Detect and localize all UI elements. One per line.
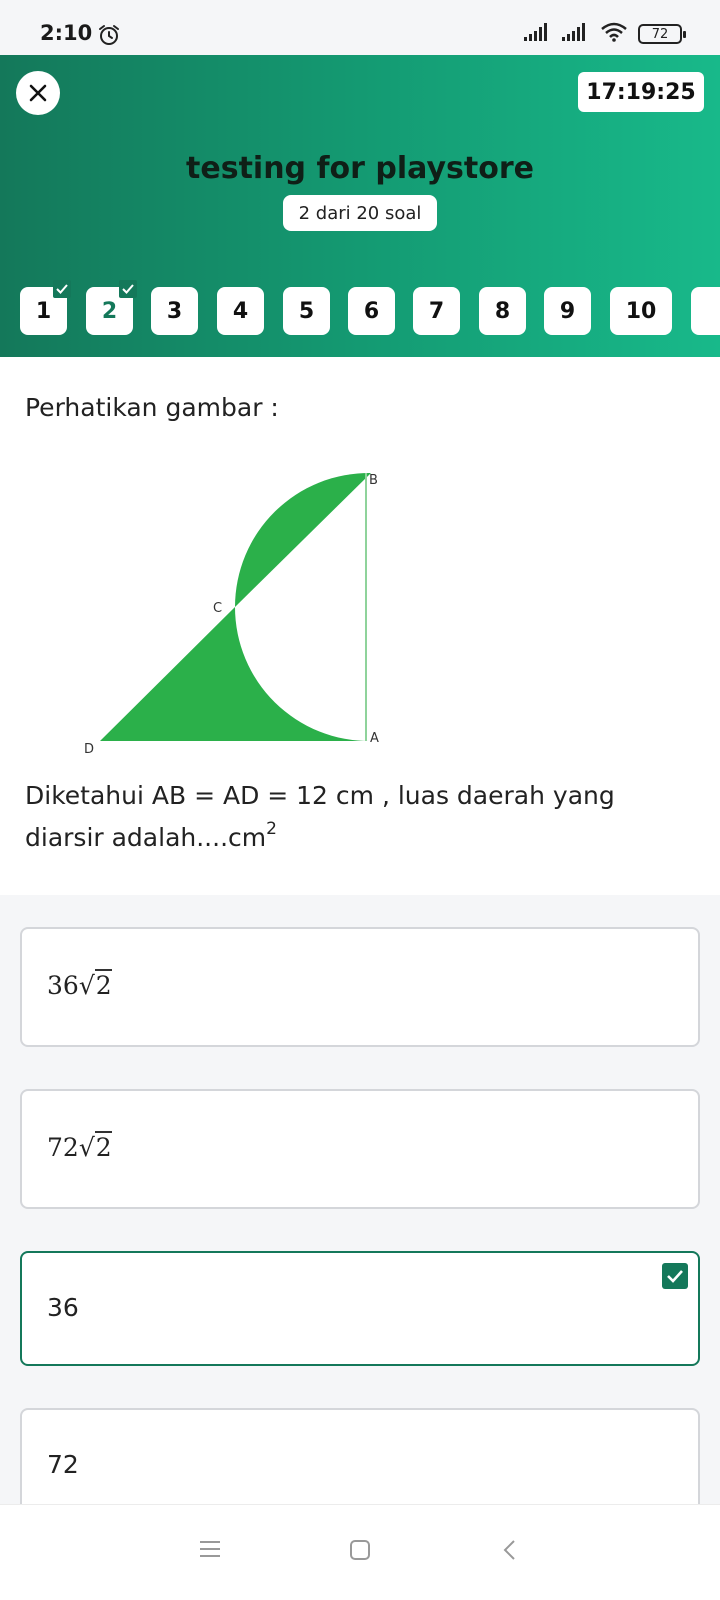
- wifi-icon: [600, 22, 628, 46]
- back-icon[interactable]: [502, 1539, 516, 1565]
- question-nav-item[interactable]: 7: [413, 287, 460, 335]
- status-bar: 2:10 72: [0, 0, 720, 55]
- answer-options: 36√2 72√2 36 72: [0, 895, 720, 1504]
- alarm-icon: [98, 24, 120, 50]
- answer-option[interactable]: 72: [20, 1408, 700, 1504]
- question-nav-item[interactable]: 4: [217, 287, 264, 335]
- close-icon: [29, 84, 47, 102]
- system-nav-bar: [0, 1504, 720, 1600]
- figure-label-b: B: [369, 473, 378, 488]
- question-counter: 2 dari 20 soal: [283, 195, 437, 231]
- question-nav-item[interactable]: 1: [20, 280, 71, 335]
- figure-label-a: A: [370, 731, 379, 746]
- question-nav-item[interactable]: 3: [151, 287, 198, 335]
- option-label: 72: [47, 1450, 79, 1479]
- question-nav-item-current[interactable]: 2: [86, 280, 137, 335]
- question-figure: B C A D: [80, 462, 400, 762]
- checked-checkbox-icon: [662, 1263, 688, 1289]
- quiz-header: 17:19:25 testing for playstore 2 dari 20…: [0, 55, 720, 357]
- quiz-screen: 2:10 72 17:19:25 testing for playstore 2…: [0, 0, 720, 1600]
- option-label: 36: [47, 1293, 79, 1322]
- countdown-timer: 17:19:25: [578, 72, 704, 112]
- close-button[interactable]: [16, 71, 60, 115]
- question-card: Perhatikan gambar : B C A D Diketahui AB…: [0, 357, 720, 895]
- question-nav-item[interactable]: 8: [479, 287, 526, 335]
- signal-icon: [524, 23, 552, 45]
- battery-icon: 72: [638, 24, 686, 44]
- question-nav-item[interactable]: 9: [544, 287, 591, 335]
- status-time: 2:10: [40, 21, 93, 45]
- status-icons: 72: [524, 22, 686, 46]
- signal-icon: [562, 23, 590, 45]
- figure-label-d: D: [84, 742, 94, 757]
- option-label: 36√2: [47, 969, 112, 1000]
- question-nav-item[interactable]: 10: [610, 287, 672, 335]
- question-nav-item[interactable]: 6: [348, 287, 395, 335]
- home-icon[interactable]: [349, 1539, 371, 1565]
- menu-icon[interactable]: [199, 1539, 221, 1563]
- figure-label-c: C: [213, 601, 222, 616]
- quiz-title: testing for playstore: [186, 151, 534, 186]
- answer-option-selected[interactable]: 36: [20, 1251, 700, 1366]
- answer-option[interactable]: 36√2: [20, 927, 700, 1047]
- option-label: 72√2: [47, 1131, 112, 1162]
- question-intro: Perhatikan gambar :: [25, 393, 279, 422]
- answered-check-icon: [53, 280, 71, 298]
- question-nav-item[interactable]: 5: [283, 287, 330, 335]
- answer-option[interactable]: 72√2: [20, 1089, 700, 1209]
- question-nav-item-partial[interactable]: [691, 287, 720, 335]
- answered-check-icon: [119, 280, 137, 298]
- question-text: Diketahui AB = AD = 12 cm , luas daerah …: [25, 781, 615, 852]
